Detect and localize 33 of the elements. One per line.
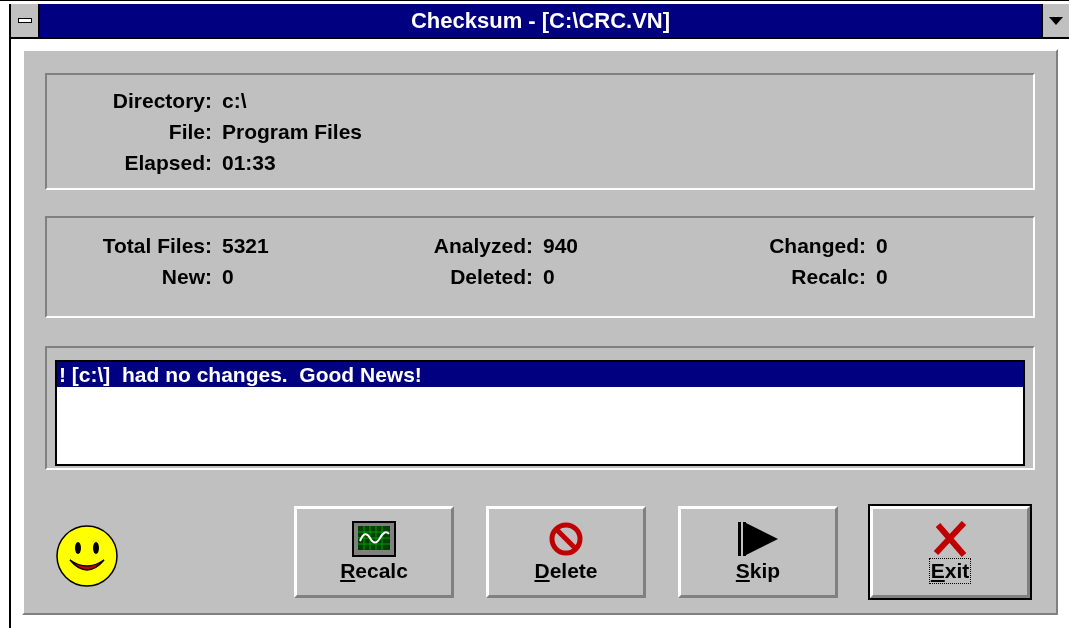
- stat-label: Deleted:: [449, 264, 533, 290]
- smiley-icon: [55, 524, 119, 588]
- field-value: c:\: [221, 88, 248, 114]
- stat-value: 0: [542, 264, 556, 290]
- skip-button[interactable]: Skip: [678, 506, 838, 598]
- down-arrow-icon: [1049, 16, 1063, 25]
- x-icon: [932, 521, 968, 557]
- delete-button[interactable]: Delete: [486, 506, 646, 598]
- minimize-button[interactable]: [1041, 4, 1069, 37]
- field-value: Program Files: [221, 119, 364, 145]
- stat-value: 940: [542, 233, 580, 259]
- field-label: Directory:: [111, 88, 212, 114]
- field-label: Elapsed:: [123, 150, 212, 176]
- system-menu-button[interactable]: [11, 4, 40, 37]
- message-item[interactable]: ! [c:\] had no changes. Good News!: [57, 362, 1023, 387]
- field-value: 01:33: [221, 150, 277, 176]
- prohibited-icon: [548, 521, 584, 557]
- stat-label: New:: [160, 264, 212, 290]
- stat-value: 0: [875, 264, 889, 290]
- stat-value: 0: [221, 264, 235, 290]
- stat-label: Analyzed:: [432, 233, 533, 259]
- stat-value: 5321: [221, 233, 270, 259]
- stat-value: 0: [875, 233, 889, 259]
- window-title: Checksum - [C:\CRC.VN]: [409, 7, 672, 35]
- field-label: File:: [167, 119, 212, 145]
- exit-button[interactable]: Exit: [870, 506, 1030, 598]
- monitor-icon: [352, 521, 396, 557]
- minus-icon: [17, 18, 32, 23]
- skip-icon: [736, 521, 780, 557]
- stat-label: Recalc:: [790, 264, 866, 290]
- recalc-button[interactable]: Recalc: [294, 506, 454, 598]
- stat-label: Changed:: [768, 233, 866, 259]
- stat-label: Total Files:: [101, 233, 212, 259]
